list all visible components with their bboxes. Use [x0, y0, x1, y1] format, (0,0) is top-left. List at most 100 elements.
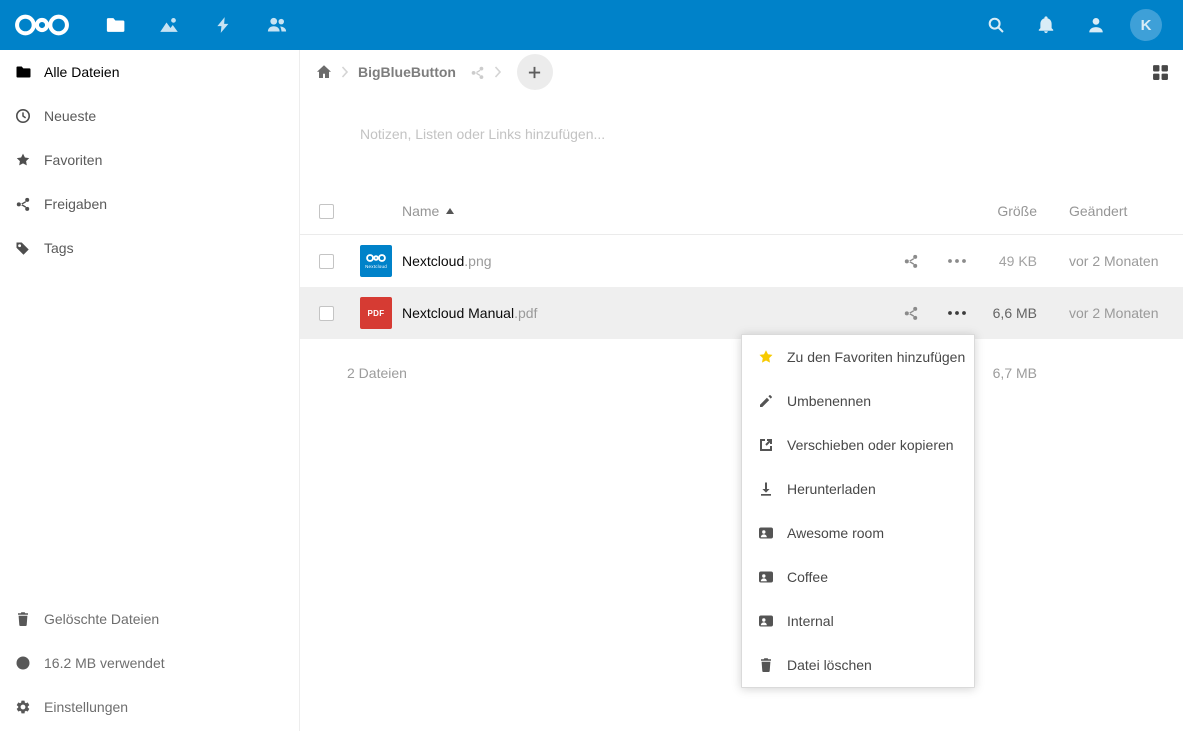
menu-item-label: Datei löschen: [787, 657, 872, 673]
sidebar-item-label: Einstellungen: [44, 699, 128, 715]
app-activity-button[interactable]: [196, 0, 250, 50]
share-icon: [903, 305, 919, 321]
file-row[interactable]: Nextcloud Nextcloud.png 49 KB vor 2 Mona…: [300, 235, 1183, 287]
breadcrumb-separator: [494, 66, 502, 78]
trash-icon: [15, 611, 31, 627]
file-icon-label: PDF: [368, 309, 385, 318]
activity-icon: [214, 16, 232, 34]
top-bar: K: [0, 0, 1183, 50]
row-checkbox[interactable]: [319, 306, 334, 321]
menu-item-room-awesome[interactable]: Awesome room: [742, 511, 974, 555]
summary-total-size: 6,7 MB: [980, 365, 1037, 381]
nextcloud-logo-icon: [366, 253, 386, 263]
sidebar-item-label: Freigaben: [44, 196, 107, 212]
breadcrumb-bar: BigBlueButton: [300, 50, 1183, 94]
sidebar-item-label: 16.2 MB verwendet: [44, 655, 165, 671]
clock-icon: [15, 108, 31, 124]
image-file-icon[interactable]: Nextcloud: [360, 245, 392, 277]
app-photos-button[interactable]: [142, 0, 196, 50]
menu-item-rename[interactable]: Umbenennen: [742, 379, 974, 423]
breadcrumb-separator: [341, 66, 349, 78]
app-contacts-button[interactable]: [250, 0, 304, 50]
sidebar: Alle Dateien Neueste Favoriten Freigaben…: [0, 50, 300, 731]
move-icon: [758, 437, 774, 453]
breadcrumb-share-button[interactable]: [470, 65, 485, 80]
star-icon: [15, 152, 31, 168]
nextcloud-logo[interactable]: [14, 10, 72, 40]
sidebar-item-tags[interactable]: Tags: [0, 226, 299, 270]
column-name-label: Name: [402, 203, 439, 219]
grid-view-toggle[interactable]: [1152, 64, 1169, 81]
notifications-button[interactable]: [1021, 0, 1071, 50]
header-right: K: [971, 0, 1171, 50]
menu-item-label: Umbenennen: [787, 393, 871, 409]
menu-item-delete-file[interactable]: Datei löschen: [742, 643, 974, 687]
menu-item-move-or-copy[interactable]: Verschieben oder kopieren: [742, 423, 974, 467]
row-share-button[interactable]: [888, 305, 934, 321]
home-icon: [316, 64, 332, 80]
file-size: 6,6 MB: [980, 305, 1037, 321]
sidebar-item-recent[interactable]: Neueste: [0, 94, 299, 138]
app-navigation: [88, 0, 304, 50]
grid-icon: [1152, 64, 1169, 81]
avatar[interactable]: K: [1130, 9, 1162, 41]
sort-by-modified-button[interactable]: Geändert: [1037, 203, 1183, 219]
sort-by-name-button[interactable]: Name: [392, 203, 888, 219]
file-name[interactable]: Nextcloud Manual.pdf: [392, 305, 888, 321]
folder-icon: [105, 15, 125, 35]
file-icon-label: Nextcloud: [365, 264, 387, 269]
sidebar-item-label: Alle Dateien: [44, 64, 120, 80]
row-share-button[interactable]: [888, 253, 934, 269]
row-actions-button[interactable]: [934, 259, 980, 263]
file-row[interactable]: PDF Nextcloud Manual.pdf 6,6 MB vor 2 Mo…: [300, 287, 1183, 339]
menu-item-add-to-favorites[interactable]: Zu den Favoriten hinzufügen: [742, 335, 974, 379]
new-file-button[interactable]: [517, 54, 553, 90]
person-icon: [1087, 16, 1105, 34]
chevron-right-icon: [494, 66, 502, 78]
menu-item-label: Herunterladen: [787, 481, 876, 497]
file-modified: vor 2 Monaten: [1037, 253, 1183, 269]
sidebar-item-label: Neueste: [44, 108, 96, 124]
download-icon: [758, 481, 774, 497]
menu-item-label: Verschieben oder kopieren: [787, 437, 954, 453]
sidebar-item-all-files[interactable]: Alle Dateien: [0, 50, 299, 94]
room-icon: [758, 613, 774, 629]
menu-item-label: Awesome room: [787, 525, 884, 541]
pencil-icon: [758, 393, 774, 409]
menu-item-room-coffee[interactable]: Coffee: [742, 555, 974, 599]
breadcrumb-folder[interactable]: BigBlueButton: [358, 64, 456, 80]
sort-by-size-button[interactable]: Größe: [980, 203, 1037, 219]
select-all-checkbox[interactable]: [319, 204, 334, 219]
home-breadcrumb-button[interactable]: [316, 64, 332, 80]
chevron-right-icon: [341, 66, 349, 78]
workspace-notes-input[interactable]: Notizen, Listen oder Links hinzufügen...: [360, 126, 1183, 148]
file-name[interactable]: Nextcloud.png: [392, 253, 888, 269]
file-size: 49 KB: [980, 253, 1037, 269]
share-icon: [470, 65, 485, 80]
menu-item-download[interactable]: Herunterladen: [742, 467, 974, 511]
menu-item-room-internal[interactable]: Internal: [742, 599, 974, 643]
sidebar-item-label: Gelöschte Dateien: [44, 611, 159, 627]
menu-item-label: Zu den Favoriten hinzufügen: [787, 349, 965, 365]
app-files-button[interactable]: [88, 0, 142, 50]
row-actions-button[interactable]: [934, 311, 980, 315]
search-icon: [987, 16, 1005, 34]
trash-icon: [758, 657, 774, 673]
plus-icon: [527, 65, 542, 80]
user-menu-button[interactable]: K: [1121, 0, 1171, 50]
summary-file-count: 2 Dateien: [347, 365, 407, 381]
sidebar-item-settings[interactable]: Einstellungen: [0, 685, 299, 729]
more-actions-icon: [948, 259, 966, 263]
sidebar-item-favorites[interactable]: Favoriten: [0, 138, 299, 182]
contacts-icon: [267, 15, 287, 35]
sidebar-item-label: Tags: [44, 240, 74, 256]
search-button[interactable]: [971, 0, 1021, 50]
sidebar-item-shares[interactable]: Freigaben: [0, 182, 299, 226]
folder-icon: [15, 64, 31, 80]
pdf-file-icon[interactable]: PDF: [360, 297, 392, 329]
file-modified: vor 2 Monaten: [1037, 305, 1183, 321]
sidebar-item-deleted-files[interactable]: Gelöschte Dateien: [0, 597, 299, 641]
file-list-header: Name Größe Geändert: [300, 188, 1183, 235]
contacts-menu-button[interactable]: [1071, 0, 1121, 50]
row-checkbox[interactable]: [319, 254, 334, 269]
